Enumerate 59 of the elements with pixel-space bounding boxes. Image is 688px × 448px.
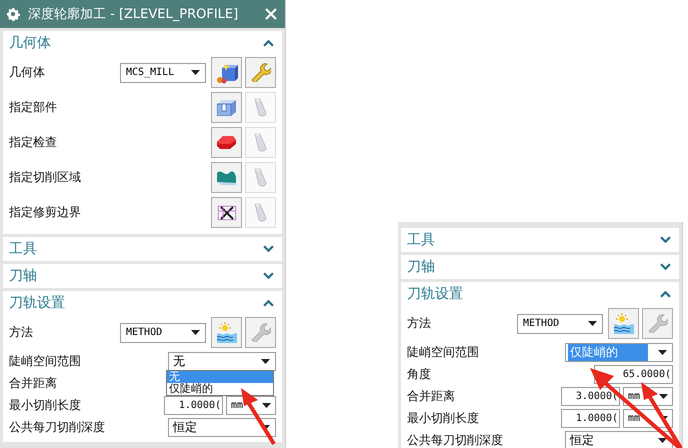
chevron-up-icon: [660, 290, 671, 298]
field-label: 方法: [407, 315, 431, 332]
input-field[interactable]: 1.0000(: [164, 396, 223, 414]
caret-icon: [191, 70, 200, 75]
field-label: 指定切削区域: [9, 169, 81, 186]
field-label: 合并距离: [9, 374, 57, 392]
field-label: 最小切削长度: [9, 396, 81, 414]
flashlight-icon: [254, 168, 267, 187]
icon-button[interactable]: [211, 57, 242, 88]
flashlight-icon: [254, 203, 267, 222]
block-icon: [217, 100, 236, 116]
field-label: 合并距离: [407, 388, 455, 404]
field-label: 角度: [407, 366, 431, 382]
field-label: 方法: [9, 324, 33, 341]
chevron-down-icon: [660, 263, 671, 271]
caret-icon: [261, 358, 270, 364]
close-icon[interactable]: [265, 8, 277, 20]
wrench-icon: [250, 323, 270, 342]
wrench-icon: [648, 314, 668, 333]
input-field[interactable]: 3.0000(: [561, 386, 620, 406]
chevron-down-icon: [263, 272, 274, 280]
cube-icon: [216, 62, 238, 84]
dropdown-option[interactable]: 仅陡峭的: [167, 383, 273, 395]
wave-icon: [614, 313, 634, 334]
dropdown[interactable]: METHOD: [120, 322, 206, 342]
icon-button[interactable]: [211, 197, 242, 228]
field-label: 几何体: [9, 64, 45, 81]
dropdown[interactable]: 恒定: [565, 430, 673, 448]
chevron-up-icon: [263, 299, 274, 307]
caret-icon: [262, 402, 271, 408]
boundary-icon: [218, 206, 236, 220]
flashlight-icon: [254, 98, 267, 117]
chevron-down-icon: [660, 236, 671, 244]
wave-icon: [216, 322, 236, 343]
caret-icon: [588, 321, 597, 326]
field-label: 公共每刀切削深度: [407, 432, 503, 448]
field-label: 最小切削长度: [407, 410, 479, 426]
caret-icon: [191, 330, 200, 335]
dropdown[interactable]: METHOD: [517, 314, 603, 334]
window-title: 深度轮廓加工 - [ZLEVEL_PROFILE]: [28, 6, 240, 23]
field-label: 陡峭空间范围: [9, 352, 81, 370]
field-label: 指定修剪边界: [9, 204, 81, 221]
wrench-icon: [250, 63, 270, 82]
input-field[interactable]: 1.0000(: [561, 408, 620, 428]
caret-icon: [658, 350, 667, 354]
field-label: 公共每刀切削深度: [9, 418, 105, 436]
settings-icon[interactable]: [6, 7, 20, 21]
dropdown[interactable]: 无: [168, 352, 276, 370]
chevron-up-icon: [263, 39, 274, 47]
field-label: 指定部件: [9, 99, 57, 116]
field-label: 陡峭空间范围: [407, 344, 479, 360]
dropdown[interactable]: MCS_MILL: [120, 62, 206, 82]
flashlight-icon: [254, 133, 267, 152]
caret-icon: [659, 394, 668, 398]
chevron-down-icon: [263, 245, 274, 253]
shape-icon: [217, 136, 236, 149]
field-label: 指定检查: [9, 134, 57, 151]
caret-icon: [658, 438, 667, 442]
surface-icon: [217, 170, 236, 185]
